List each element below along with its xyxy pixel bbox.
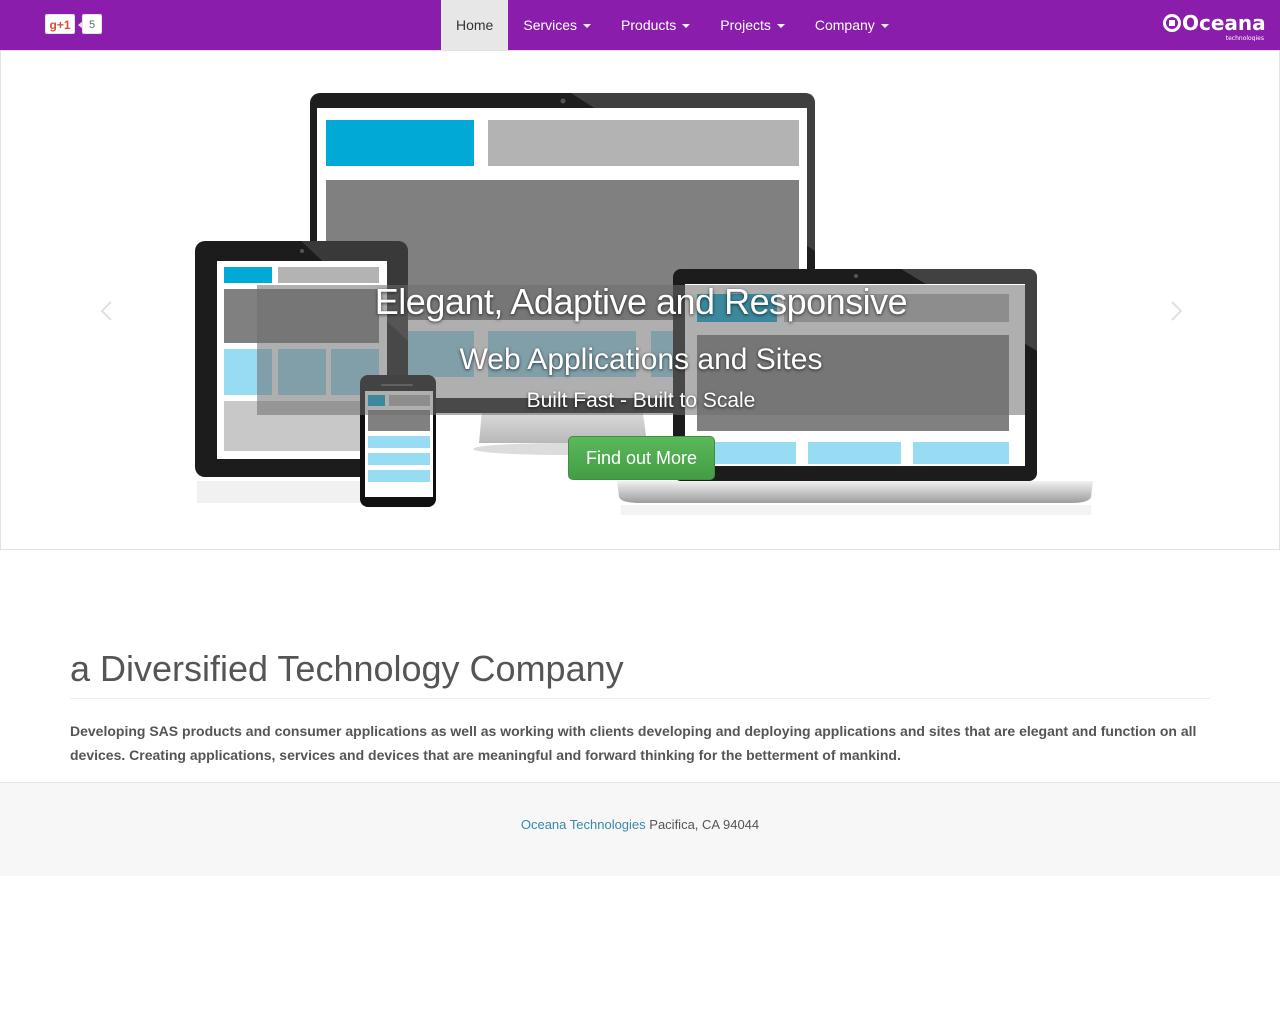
- nav-item-label: Products: [621, 17, 677, 33]
- main-nav: Home Services Products Projects Company: [441, 0, 904, 50]
- google-plus-one-button[interactable]: g+1: [45, 14, 75, 34]
- brand-subtitle: technologies: [1226, 35, 1264, 41]
- footer: Oceana Technologies Pacifica, CA 94044: [0, 782, 1280, 876]
- nav-item-label: Home: [456, 17, 494, 33]
- nav-item-label: Projects: [720, 17, 771, 33]
- carousel-tagline: Built Fast - Built to Scale: [526, 389, 756, 412]
- brand-logo[interactable]: Oceana technologies: [1162, 9, 1266, 42]
- oceana-logo-icon: Oceana technologies: [1163, 11, 1266, 42]
- nav-item-home[interactable]: Home: [441, 0, 509, 50]
- caret-down-icon: [682, 24, 691, 29]
- page-heading: a Diversified Technology Company: [70, 648, 624, 689]
- carousel-prev-control[interactable]: [97, 296, 117, 326]
- carousel-title: Elegant, Adaptive and Responsive: [374, 281, 908, 322]
- footer-line: Oceana Technologies Pacifica, CA 94044: [0, 817, 1280, 832]
- nav-item-label: Services: [523, 17, 578, 33]
- caret-down-icon: [583, 24, 592, 29]
- footer-location: Pacifica, CA 94044: [649, 817, 760, 832]
- nav-item-company[interactable]: Company: [800, 0, 904, 50]
- nav-item-services[interactable]: Services: [508, 0, 606, 50]
- nav-item-projects[interactable]: Projects: [705, 0, 800, 50]
- carousel-next-control[interactable]: [1166, 296, 1186, 326]
- chevron-left-icon: [100, 301, 112, 321]
- hero-carousel: Elegant, Adaptive and Responsive Web App…: [0, 50, 1280, 550]
- find-out-more-button[interactable]: Find out More: [568, 436, 715, 480]
- google-plus-count: 5: [78, 14, 102, 34]
- heading-divider: [70, 698, 1210, 699]
- top-navbar: g+1 5 Home Services Products Projects Co…: [0, 0, 1280, 50]
- brand-name: Oceana: [1182, 11, 1266, 35]
- nav-item-label: Company: [814, 17, 875, 33]
- caret-down-icon: [880, 24, 889, 29]
- carousel-subtitle: Web Applications and Sites: [459, 343, 823, 376]
- chevron-right-icon: [1171, 301, 1183, 321]
- footer-company-link[interactable]: Oceana Technologies: [521, 817, 646, 832]
- caret-down-icon: [776, 24, 785, 29]
- nav-item-products[interactable]: Products: [606, 0, 705, 50]
- lead-paragraph: Developing SAS products and consumer app…: [70, 723, 1197, 763]
